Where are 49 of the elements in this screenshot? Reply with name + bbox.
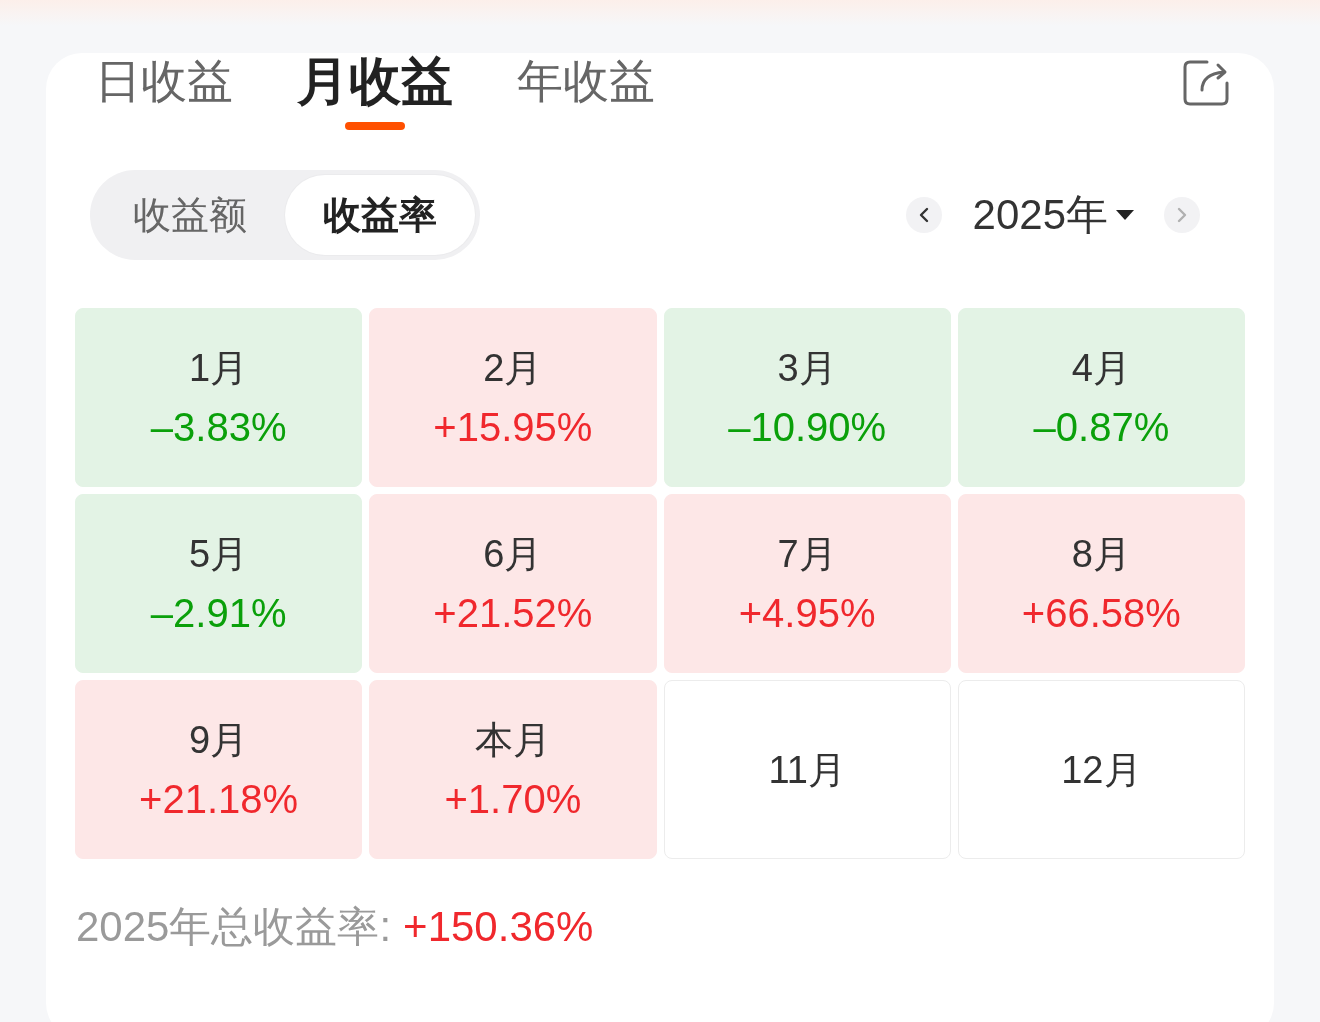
month-label: 12月 <box>1061 747 1142 793</box>
caret-down-icon <box>1116 210 1134 220</box>
return-rate: –10.90% <box>728 404 887 451</box>
month-cell[interactable]: 本月 +1.70% <box>369 680 657 859</box>
chevron-left-icon <box>918 207 929 223</box>
tab[interactable]: 日收益 <box>95 53 233 130</box>
return-rate: –2.91% <box>150 590 287 637</box>
tab[interactable]: 月收益 <box>297 53 453 130</box>
return-rate: +21.18% <box>139 776 299 823</box>
segment-option[interactable]: 收益额 <box>95 175 285 255</box>
return-rate: +4.95% <box>738 590 876 637</box>
month-cell[interactable]: 5月 –2.91% <box>75 494 363 673</box>
month-label: 9月 <box>189 718 249 763</box>
month-cell[interactable]: 6月 +21.52% <box>369 494 657 673</box>
return-rate: +66.58% <box>1021 590 1181 637</box>
month-cell[interactable]: 1月 –3.83% <box>75 308 363 487</box>
return-rate: +1.70% <box>444 776 582 823</box>
month-cell[interactable]: 12月 <box>957 680 1245 859</box>
month-cell[interactable]: 4月 –0.87% <box>957 308 1245 487</box>
month-label: 2月 <box>483 346 543 391</box>
month-cell[interactable]: 7月 +4.95% <box>663 494 951 673</box>
month-label: 1月 <box>189 346 249 391</box>
month-label: 本月 <box>474 718 551 763</box>
selected-underline <box>345 122 405 130</box>
month-cell[interactable]: 8月 +66.58% <box>957 494 1245 673</box>
chevron-right-icon <box>1177 207 1187 223</box>
total-return-label: 2025年总收益率: <box>76 902 392 952</box>
total-return-value: +150.36% <box>403 902 594 952</box>
month-label: 4月 <box>1071 346 1131 391</box>
previous-year-button[interactable] <box>905 197 942 233</box>
share-button[interactable] <box>1182 59 1230 107</box>
month-cell[interactable]: 3月 –10.90% <box>663 308 951 487</box>
month-label: 11月 <box>768 747 846 793</box>
month-label: 3月 <box>777 346 837 391</box>
tab[interactable]: 年收益 <box>517 53 655 130</box>
return-rate: +15.95% <box>433 404 593 451</box>
return-rate: –3.83% <box>150 404 287 451</box>
return-rate: –0.87% <box>1033 404 1170 451</box>
month-cell[interactable]: 2月 +15.95% <box>369 308 657 487</box>
month-label: 6月 <box>483 532 543 577</box>
segment-option[interactable]: 收益率 <box>285 175 475 255</box>
month-cell[interactable]: 11月 <box>663 680 951 859</box>
month-label: 8月 <box>1071 532 1131 577</box>
return-rate: +21.52% <box>433 590 593 637</box>
month-cell[interactable]: 9月 +21.18% <box>75 680 363 859</box>
month-label: 5月 <box>189 532 249 577</box>
share-icon <box>1182 59 1230 107</box>
year-dropdown[interactable]: 2025年 <box>972 187 1134 243</box>
month-label: 7月 <box>777 532 837 577</box>
